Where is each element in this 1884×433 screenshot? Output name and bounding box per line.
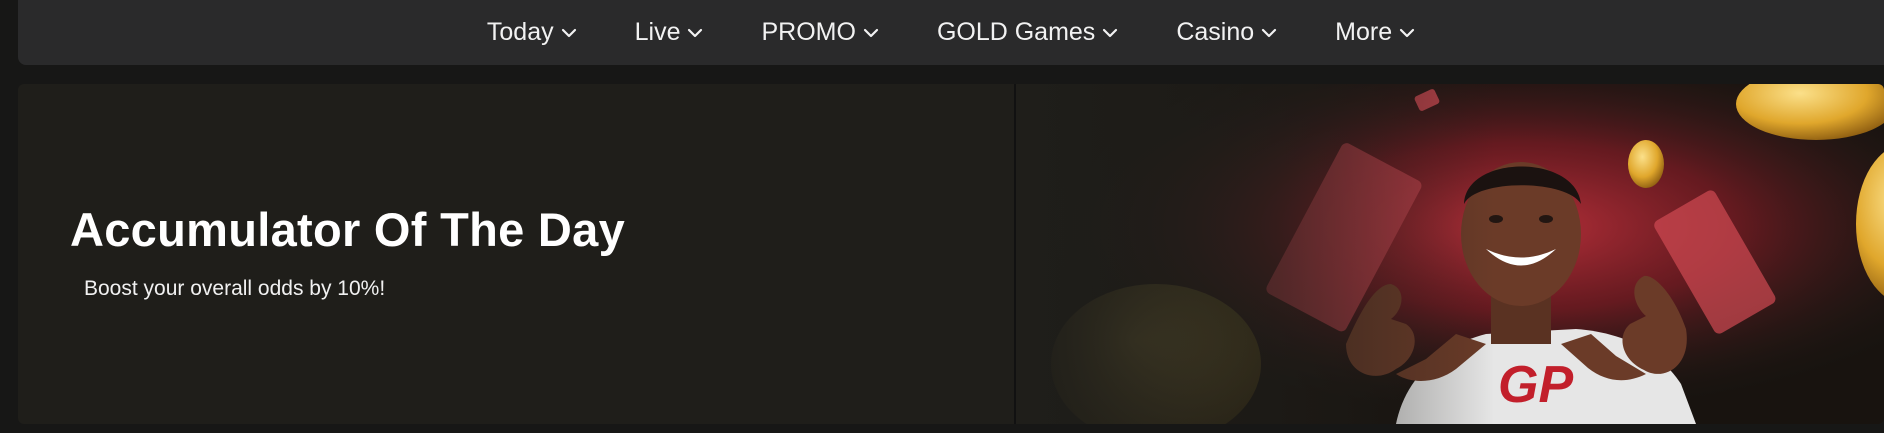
nav-menu: Today Live PROMO GOLD Games Casino More xyxy=(18,0,1884,65)
chevron-down-icon xyxy=(561,28,576,37)
banner-subtitle: Boost your overall odds by 10%! xyxy=(84,277,386,300)
nav-item-casino[interactable]: Casino xyxy=(1176,18,1277,47)
chevron-down-icon xyxy=(1400,28,1415,37)
nav-item-label: Today xyxy=(486,18,554,46)
nav-item-more[interactable]: More xyxy=(1335,18,1415,47)
nav-item-live[interactable]: Live xyxy=(635,18,704,47)
chevron-down-icon xyxy=(863,28,879,37)
nav-item-label: PROMO xyxy=(761,18,856,46)
chevron-down-icon xyxy=(1262,28,1277,37)
banner-image: GP xyxy=(1014,84,1884,424)
nav-item-today[interactable]: Today xyxy=(487,18,577,47)
nav-item-gold-games[interactable]: GOLD Games xyxy=(937,18,1118,47)
chevron-down-icon xyxy=(688,28,703,37)
nav-item-label: Casino xyxy=(1176,18,1255,46)
nav-item-label: GOLD Games xyxy=(936,18,1096,46)
chevron-down-icon xyxy=(1103,28,1118,37)
top-navbar: Today Live PROMO GOLD Games Casino More xyxy=(18,0,1884,65)
promo-banner[interactable]: Accumulator Of The Day Boost your overal… xyxy=(18,84,1884,424)
nav-item-label: More xyxy=(1335,18,1393,46)
nav-item-label: Live xyxy=(634,18,681,46)
banner-title: Accumulator Of The Day xyxy=(70,203,626,256)
banner-text-block: Accumulator Of The Day Boost your overal… xyxy=(70,202,625,301)
nav-item-promo[interactable]: PROMO xyxy=(761,18,879,47)
